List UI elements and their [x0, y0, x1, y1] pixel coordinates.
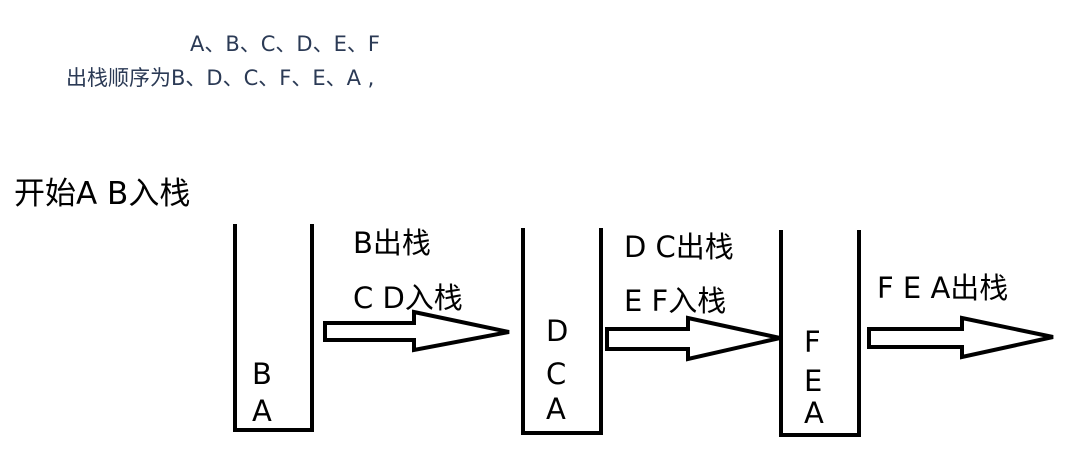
arrow-2	[605, 315, 781, 362]
step-1-line-2: C D入栈	[353, 281, 463, 315]
stack-diagram	[233, 224, 1054, 437]
stack-2-item: C	[546, 357, 567, 391]
arrow-1	[323, 309, 510, 353]
stack-2-item: D	[546, 314, 569, 348]
step-3-line-1: F E A出栈	[877, 271, 1009, 305]
stack-3-item: E	[804, 364, 823, 398]
step-2-line-2: E F入栈	[624, 284, 727, 318]
stack-1-item: A	[252, 394, 272, 428]
stack-1-container	[233, 224, 314, 432]
stack-3-item: F	[804, 325, 821, 359]
arrow-3	[867, 315, 1054, 360]
step-1-line-1: B出栈	[353, 226, 431, 260]
stack-1-item: B	[252, 357, 272, 391]
step-2-line-1: D C出栈	[624, 230, 734, 264]
stack-2-item: A	[546, 392, 566, 426]
stack-3-item: A	[804, 396, 824, 430]
